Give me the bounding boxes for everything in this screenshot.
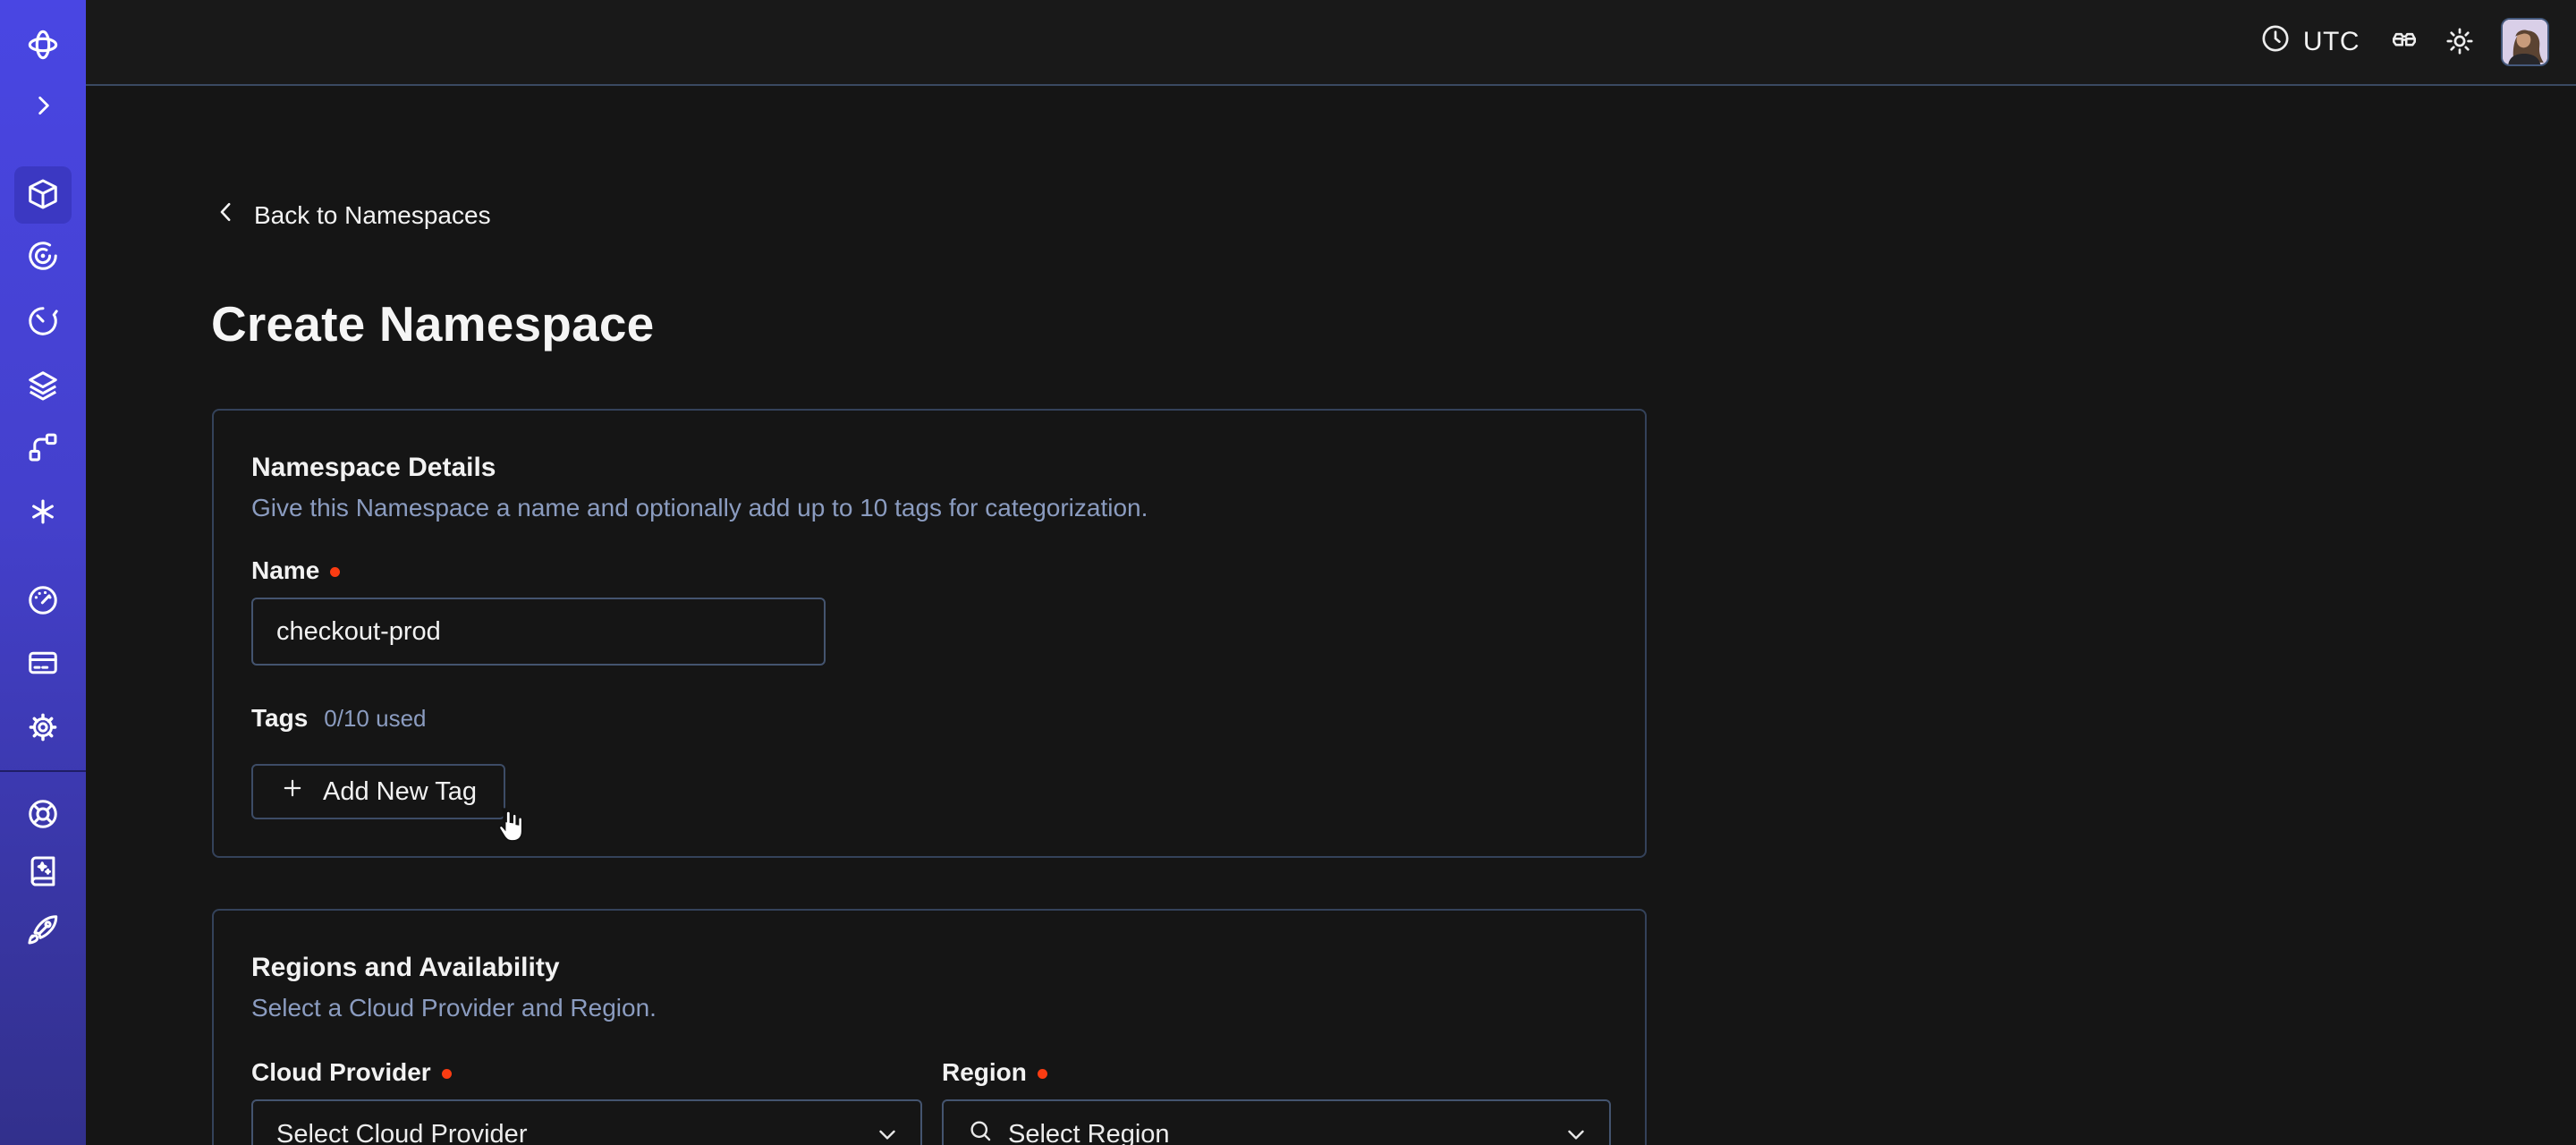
app-root: UTC — [0, 0, 2576, 1145]
layers-icon — [26, 369, 60, 405]
required-dot — [442, 1069, 452, 1079]
cloud-provider-select[interactable]: Select Cloud Provider — [251, 1099, 922, 1145]
theme-toggle-button[interactable] — [2436, 13, 2483, 71]
sidebar-item-billing[interactable] — [14, 635, 72, 692]
sidebar-expand-button[interactable] — [14, 78, 72, 135]
name-label: Name — [251, 556, 319, 585]
search-icon — [967, 1117, 994, 1145]
user-avatar[interactable] — [2501, 18, 2549, 66]
chevron-left-icon — [213, 199, 240, 232]
temporal-logo[interactable] — [14, 16, 72, 73]
required-dot — [1038, 1069, 1047, 1079]
sidebar-item-nexus[interactable] — [14, 420, 72, 477]
avatar-image — [2503, 20, 2547, 64]
cube-icon — [26, 177, 60, 214]
region-label: Region — [942, 1058, 1027, 1087]
card-subtitle: Select a Cloud Provider and Region. — [251, 993, 1607, 1023]
sidebar-item-usage[interactable] — [14, 572, 72, 630]
timezone-label: UTC — [2303, 27, 2360, 57]
cloud-provider-field: Cloud Provider Select Cloud Provider — [251, 1023, 922, 1145]
timezone-button[interactable]: UTC — [2248, 13, 2372, 71]
region-select[interactable]: Select Region — [942, 1099, 1611, 1145]
card-title: Namespace Details — [251, 452, 1607, 484]
required-dot — [330, 567, 340, 577]
tags-label: Tags — [251, 704, 308, 733]
credit-card-icon — [26, 646, 60, 683]
cloud-provider-label: Cloud Provider — [251, 1058, 431, 1087]
tags-used-counter: 0/10 used — [324, 705, 426, 733]
swirl-icon — [26, 239, 60, 276]
topbar: UTC — [86, 0, 2576, 86]
topbar-actions: UTC — [2248, 0, 2576, 84]
back-to-namespaces-link[interactable]: Back to Namespaces — [213, 199, 491, 232]
sidebar-item-settings[interactable] — [14, 700, 72, 757]
sun-icon — [2444, 25, 2476, 60]
page-title: Create Namespace — [211, 295, 654, 352]
sidebar-item-namespaces[interactable] — [14, 166, 72, 224]
chevron-down-icon — [874, 1121, 901, 1145]
regions-availability-card: Regions and Availability Select a Cloud … — [212, 909, 1647, 1145]
sidebar-item-getting-started[interactable] — [14, 902, 72, 959]
branch-icon — [26, 430, 60, 467]
back-link-label: Back to Namespaces — [254, 201, 491, 230]
region-field: Region Select Region — [942, 1023, 1611, 1145]
glasses-icon — [2388, 25, 2420, 60]
region-placeholder: Select Region — [1008, 1120, 1170, 1145]
cloud-provider-placeholder: Select Cloud Provider — [276, 1120, 527, 1145]
accessibility-button[interactable] — [2381, 13, 2428, 71]
gear-icon — [26, 710, 60, 747]
timer-icon — [26, 304, 60, 341]
card-subtitle: Give this Namespace a name and optionall… — [251, 493, 1607, 523]
add-new-tag-button[interactable]: Add New Tag — [251, 764, 505, 819]
sidebar — [0, 0, 86, 1145]
lifebuoy-icon — [26, 797, 60, 834]
clock-icon — [2260, 23, 2291, 61]
card-title: Regions and Availability — [251, 952, 1607, 984]
asterisk-icon — [26, 495, 60, 531]
sidebar-item-workflows[interactable] — [14, 228, 72, 285]
sidebar-item-docs[interactable] — [14, 844, 72, 901]
rocket-icon — [26, 912, 60, 949]
sidebar-item-support[interactable] — [14, 786, 72, 844]
namespace-name-input[interactable] — [251, 598, 826, 666]
sidebar-divider — [0, 770, 86, 772]
chevron-down-icon — [1563, 1121, 1589, 1145]
add-tag-label: Add New Tag — [323, 777, 477, 807]
namespace-details-card: Namespace Details Give this Namespace a … — [212, 409, 1647, 858]
sidebar-item-schedules[interactable] — [14, 293, 72, 351]
gauge-icon — [26, 583, 60, 620]
sidebar-item-services[interactable] — [14, 484, 72, 541]
plus-icon — [280, 776, 305, 808]
sidebar-item-deployments[interactable] — [14, 358, 72, 415]
chevron-right-icon — [29, 91, 57, 123]
book-sparkles-icon — [26, 854, 60, 891]
